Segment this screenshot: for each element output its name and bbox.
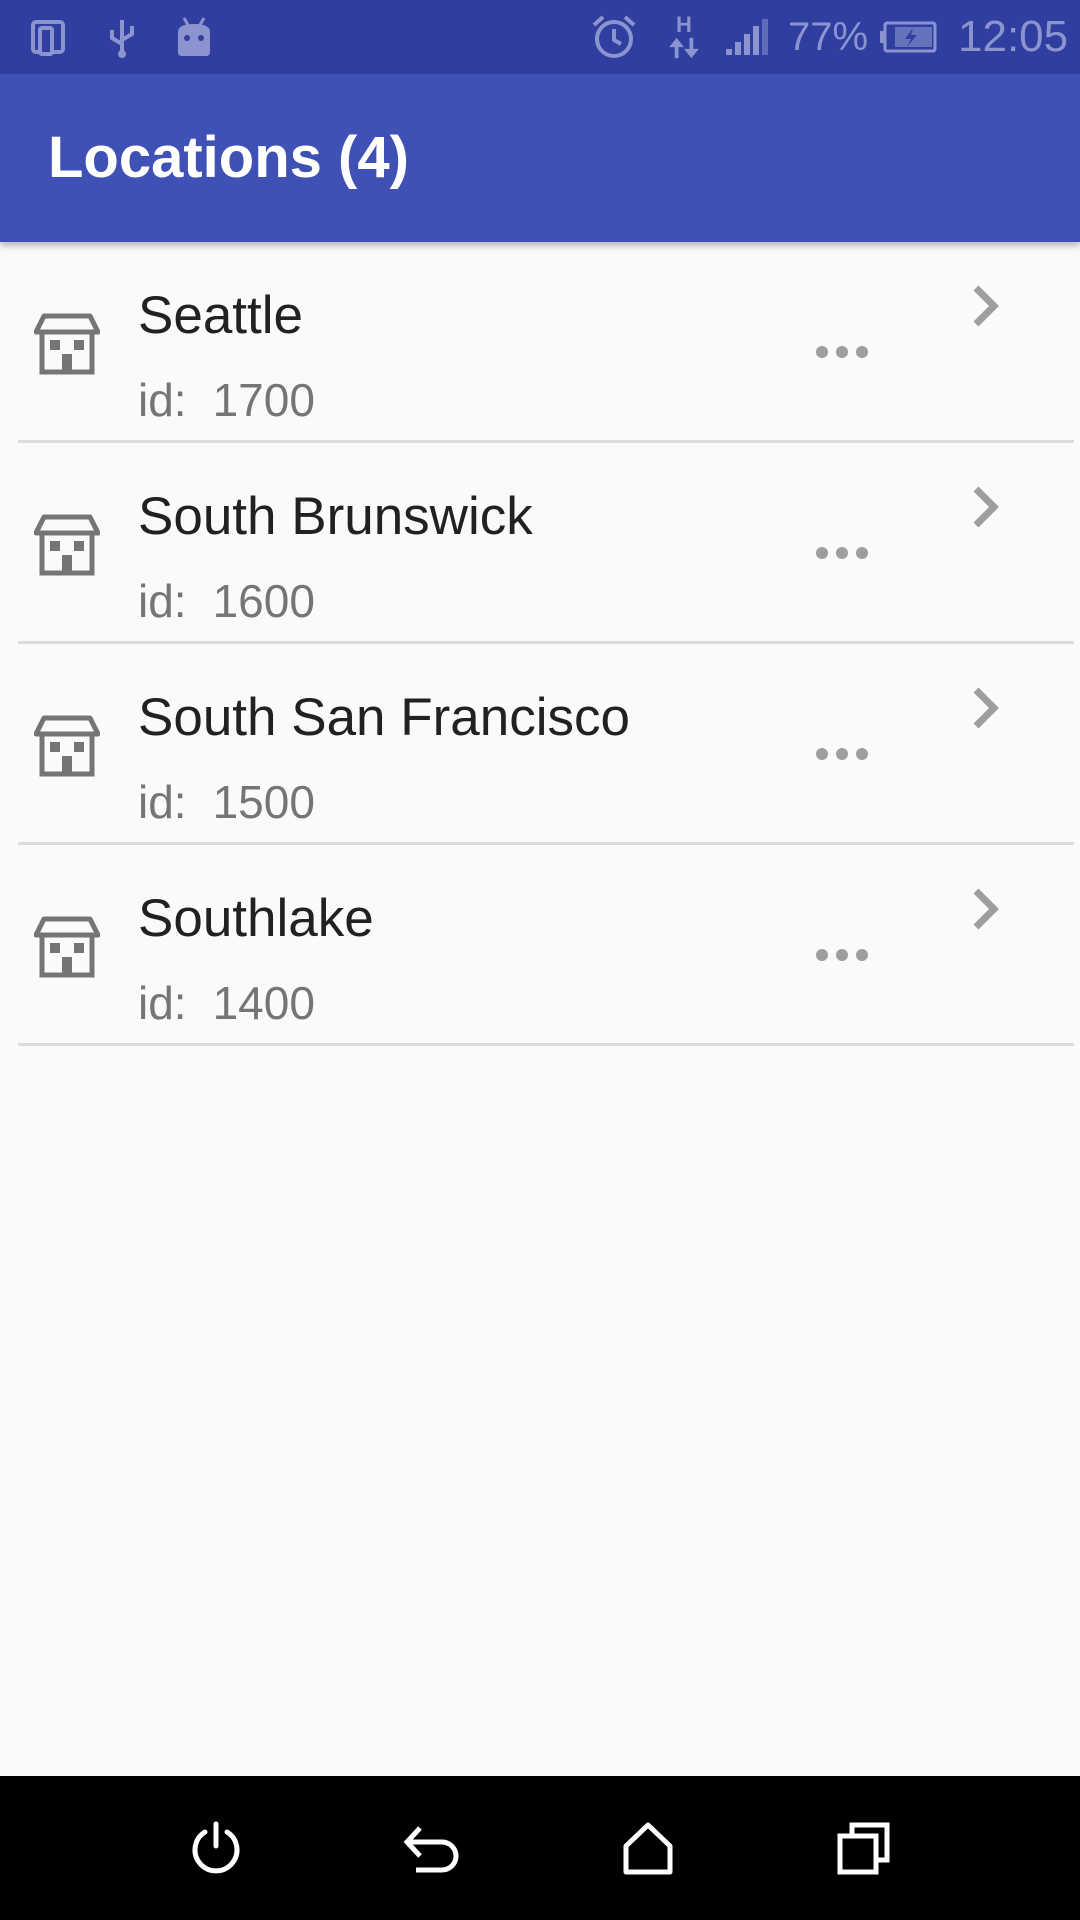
data-arrows-icon: H [662, 14, 706, 60]
location-name: South Brunswick [138, 487, 533, 546]
page-title: Locations (4) [48, 125, 409, 190]
app-bar: Locations (4) [0, 74, 1080, 242]
store-icon [33, 913, 101, 979]
battery-percent: 77% [788, 15, 869, 59]
back-icon[interactable] [382, 1798, 482, 1898]
chevron-right-icon[interactable] [962, 282, 1012, 332]
store-icon [33, 712, 101, 778]
location-id-line: id: 1500 [138, 776, 315, 828]
location-id-line: id: 1700 [138, 374, 315, 426]
id-label: id: [138, 374, 187, 426]
location-id: 1700 [212, 374, 315, 426]
location-name: South San Francisco [138, 688, 630, 747]
list-item[interactable]: South Brunswick id: 1600 [0, 443, 1080, 644]
network-type-label: H [676, 12, 692, 37]
android-debug-icon [172, 14, 216, 60]
list-item[interactable]: Southlake id: 1400 [0, 845, 1080, 1046]
id-label: id: [138, 776, 187, 828]
navigation-bar [0, 1776, 1080, 1920]
chevron-right-icon[interactable] [962, 483, 1012, 533]
signal-icon [722, 14, 772, 60]
id-label: id: [138, 977, 187, 1029]
chevron-right-icon[interactable] [962, 684, 1012, 734]
chevron-right-icon[interactable] [962, 885, 1012, 935]
home-icon[interactable] [598, 1798, 698, 1898]
store-icon [33, 511, 101, 577]
location-id: 1400 [212, 977, 315, 1029]
location-id: 1500 [212, 776, 315, 828]
locations-list: Seattle id: 1700 South Brunswick id: 160… [0, 242, 1080, 1046]
more-options-icon[interactable] [812, 935, 872, 975]
more-options-icon[interactable] [812, 332, 872, 372]
more-options-icon[interactable] [812, 734, 872, 774]
location-id-line: id: 1400 [138, 977, 315, 1029]
divider [18, 1043, 1074, 1046]
location-id-line: id: 1600 [138, 575, 315, 627]
alarm-icon [588, 14, 640, 60]
usb-icon [102, 14, 142, 60]
location-name: Seattle [138, 286, 304, 345]
status-bar: H 77% 12:05 [0, 0, 1080, 74]
phone-tablet-icon [28, 14, 74, 60]
clock: 12:05 [958, 12, 1069, 61]
recents-icon[interactable] [814, 1798, 914, 1898]
list-item[interactable]: South San Francisco id: 1500 [0, 644, 1080, 845]
screen: H 77% 12:05 Locations (4) Seattle id: 17… [0, 0, 1080, 1920]
more-options-icon[interactable] [812, 533, 872, 573]
power-icon[interactable] [166, 1798, 266, 1898]
location-id: 1600 [212, 575, 315, 627]
store-icon [33, 310, 101, 376]
list-item[interactable]: Seattle id: 1700 [0, 242, 1080, 443]
location-name: Southlake [138, 889, 374, 948]
id-label: id: [138, 575, 187, 627]
battery-charging-icon [878, 14, 938, 60]
